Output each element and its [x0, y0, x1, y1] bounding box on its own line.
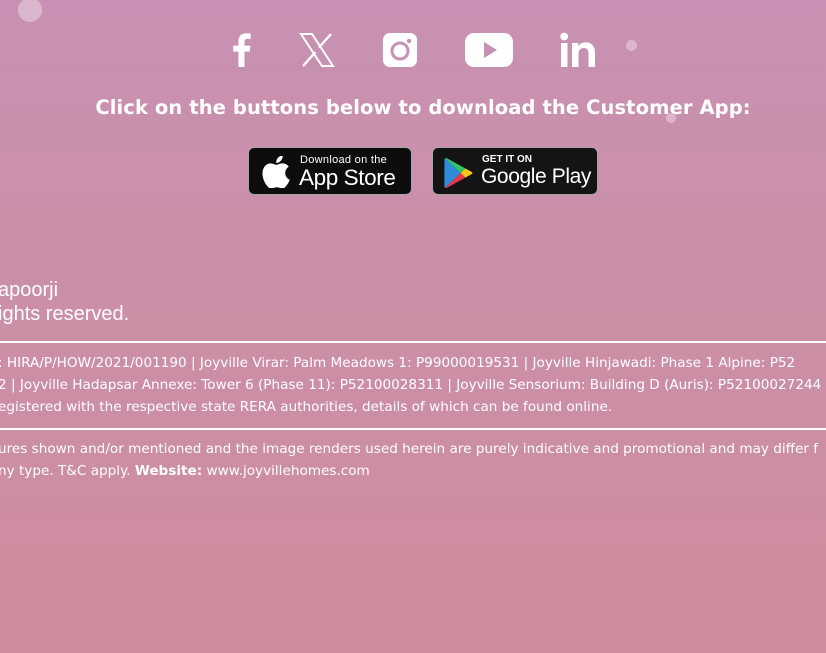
- footer-divider: [0, 428, 826, 430]
- app-download-heading: Click on the buttons below to download t…: [95, 96, 751, 119]
- apple-icon: [262, 156, 290, 188]
- disclaimer-prefix: ny type. T&C apply.: [0, 463, 135, 479]
- rera-info: : HIRA/P/HOW/2021/001190 | Joyville Vira…: [0, 352, 826, 418]
- disclaimer-line-1: ures shown and/or mentioned and the imag…: [0, 441, 819, 457]
- social-links: [0, 30, 826, 72]
- rera-line-2: 2 | Joyville Hadapsar Annexe: Tower 6 (P…: [0, 377, 826, 393]
- google-play-button[interactable]: GET IT ON Google Play: [432, 147, 598, 195]
- disclaimer-line-2: ny type. T&C apply. Website: www.joyvill…: [0, 460, 818, 482]
- x-icon[interactable]: [299, 30, 335, 70]
- youtube-icon[interactable]: [465, 30, 513, 70]
- linkedin-icon[interactable]: [560, 30, 596, 70]
- rera-line-3: egistered with the respective state RERA…: [0, 399, 613, 415]
- website-link[interactable]: www.joyvillehomes.com: [202, 463, 370, 479]
- footer-divider: [0, 341, 826, 343]
- disclaimer: ures shown and/or mentioned and the imag…: [0, 438, 818, 482]
- app-store-big-text: App Store: [299, 165, 396, 190]
- copyright-text: apoorji ights reserved.: [0, 278, 129, 326]
- facebook-icon[interactable]: [230, 30, 254, 70]
- copyright-line-2: ights reserved.: [0, 303, 130, 325]
- rera-line-1: : HIRA/P/HOW/2021/001190 | Joyville Vira…: [0, 355, 796, 371]
- copyright-line-1: apoorji: [0, 279, 59, 301]
- google-play-icon: [444, 157, 473, 189]
- website-label: Website:: [134, 463, 203, 479]
- google-play-small-text: GET IT ON: [482, 154, 532, 165]
- app-store-button[interactable]: Download on the App Store: [248, 147, 412, 195]
- instagram-icon[interactable]: [383, 30, 417, 70]
- google-play-big-text: Google Play: [481, 165, 592, 188]
- decorative-bubble: [18, 0, 42, 22]
